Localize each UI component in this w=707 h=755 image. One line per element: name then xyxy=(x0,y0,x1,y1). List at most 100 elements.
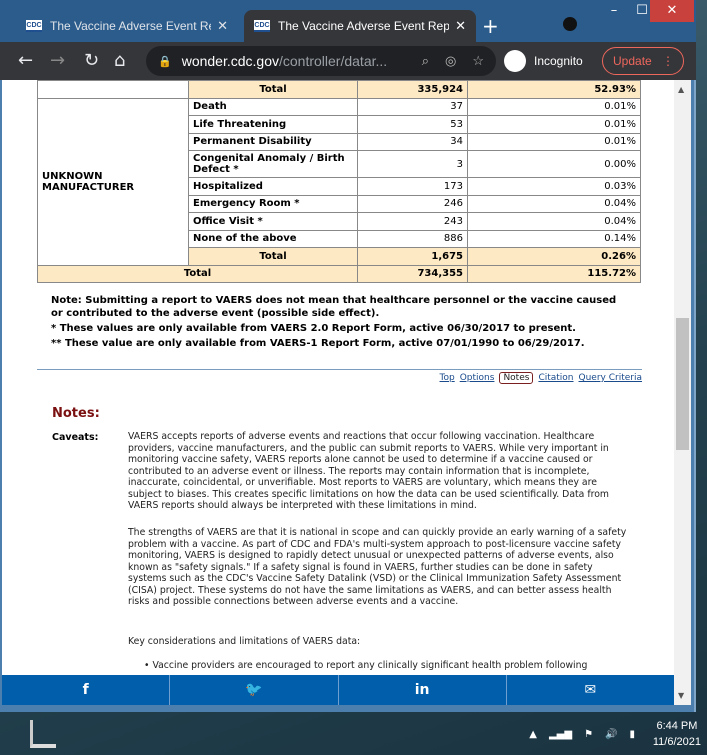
row-count: 734,355 xyxy=(357,264,468,283)
row-label: Life Threatening xyxy=(188,115,358,134)
divider xyxy=(37,369,642,370)
taskbar: ▲ ▂▄▆ ⚑ 🔊 ▮ 6:44 PM 11/6/2021 xyxy=(0,712,707,755)
scroll-down-icon[interactable]: ▼ xyxy=(678,691,684,700)
caveats-label: Caveats: xyxy=(52,432,99,443)
link-top[interactable]: Top xyxy=(440,373,455,383)
flag-icon[interactable]: ⚑ xyxy=(584,729,593,740)
row-label: Congenital Anomaly / Birth Defect * xyxy=(188,150,358,178)
row-count: 53 xyxy=(357,115,468,134)
group-label: UNKNOWN MANUFACTURER xyxy=(37,97,189,266)
row-percent: 0.01% xyxy=(467,115,641,134)
caveats-bullet: • Vaccine providers are encouraged to re… xyxy=(144,660,588,671)
show-hidden-icons-icon[interactable]: ▲ xyxy=(529,729,537,740)
row-percent: 0.00% xyxy=(467,150,641,178)
microscope-app-icon[interactable] xyxy=(30,720,56,748)
volume-icon[interactable]: 🔊 xyxy=(605,729,617,740)
link-notes[interactable]: Notes xyxy=(499,372,534,384)
row-label: Office Visit * xyxy=(188,212,358,231)
cdc-favicon-icon: CDC xyxy=(254,20,270,32)
update-button[interactable]: Update ⋮ xyxy=(602,47,684,75)
row-percent: 0.01% xyxy=(467,97,641,116)
row-percent: 0.03% xyxy=(467,177,641,196)
tab-active[interactable]: CDC The Vaccine Adverse Event Rep ✕ xyxy=(244,10,476,42)
table-footnotes: Note: Submitting a report to VAERS does … xyxy=(51,294,631,350)
footnote-double-asterisk: ** These value are only available from V… xyxy=(51,338,585,349)
facebook-icon[interactable]: f xyxy=(2,675,169,705)
section-links: Top Options Notes Citation Query Criteri… xyxy=(440,372,642,384)
row-percent: 52.93% xyxy=(467,80,641,99)
row-percent: 115.72% xyxy=(467,264,641,283)
row-count: 173 xyxy=(357,177,468,196)
scrollbar-thumb[interactable] xyxy=(676,318,689,450)
row-percent: 0.26% xyxy=(467,247,641,266)
new-tab-plus-icon[interactable]: + xyxy=(482,14,499,38)
incognito-icon xyxy=(504,50,526,72)
reload-icon[interactable]: ↻ xyxy=(84,50,99,71)
row-label: Total xyxy=(188,80,358,99)
row-count: 1,675 xyxy=(357,247,468,266)
table-row: UNKNOWN MANUFACTURER Death 37 0.01% xyxy=(37,97,641,266)
row-count: 34 xyxy=(357,132,468,151)
incognito-label: Incognito xyxy=(534,54,583,68)
clock[interactable]: 6:44 PM 11/6/2021 xyxy=(653,718,701,750)
bookmark-star-icon[interactable]: ☆ xyxy=(472,53,484,69)
battery-icon[interactable]: ▮ xyxy=(629,729,635,740)
zoom-icon[interactable]: ⌕ xyxy=(422,53,429,69)
back-arrow-icon[interactable]: ← xyxy=(18,50,33,71)
home-icon[interactable]: ⌂ xyxy=(114,50,125,71)
tab-title: The Vaccine Adverse Event Rep xyxy=(278,19,450,33)
caveats-paragraph-1: VAERS accepts reports of adverse events … xyxy=(128,431,609,511)
caveats-paragraph-2: The strengths of VAERS are that it is na… xyxy=(128,527,627,607)
lock-icon: 🔒 xyxy=(158,55,172,68)
tracking-eye-off-icon[interactable]: ◎ xyxy=(445,53,456,69)
row-percent: 0.01% xyxy=(467,132,641,151)
row-label: Hospitalized xyxy=(188,177,358,196)
row-label: Death xyxy=(188,97,358,116)
link-citation[interactable]: Citation xyxy=(538,373,573,383)
footnote-asterisk: * These values are only available from V… xyxy=(51,323,576,334)
scrollbar[interactable]: ▲ ▼ xyxy=(674,80,691,705)
row-count: 246 xyxy=(357,194,468,213)
link-options[interactable]: Options xyxy=(460,373,495,383)
close-tab-icon[interactable]: ✕ xyxy=(217,18,228,34)
tab-search-icon[interactable] xyxy=(563,17,577,31)
footnote-note: Note: Submitting a report to VAERS does … xyxy=(51,295,617,319)
address-bar[interactable]: 🔒 wonder.cdc.gov/controller/datar... ⌕ ◎ ☆ xyxy=(146,46,496,76)
notes-heading: Notes: xyxy=(52,406,100,421)
row-percent: 0.04% xyxy=(467,194,641,213)
linkedin-icon[interactable]: in xyxy=(337,675,506,705)
table-row-subtotal: Total 335,924 52.93% xyxy=(37,80,641,99)
url-path: /controller/datar... xyxy=(279,53,388,69)
tab-title: The Vaccine Adverse Event Rep xyxy=(50,19,212,33)
email-icon[interactable]: ✉ xyxy=(505,675,674,705)
system-tray: ▲ ▂▄▆ ⚑ 🔊 ▮ xyxy=(529,729,635,740)
page-content: Total 335,924 52.93% UNKNOWN MANUFACTURER De… xyxy=(2,80,674,675)
row-count: 3 xyxy=(357,150,468,178)
scroll-up-icon[interactable]: ▲ xyxy=(678,85,684,94)
tab-inactive[interactable]: CDC The Vaccine Adverse Event Rep ✕ xyxy=(16,10,238,42)
row-count: 335,924 xyxy=(357,80,468,99)
row-percent: 0.14% xyxy=(467,229,641,248)
row-count: 243 xyxy=(357,212,468,231)
close-tab-icon[interactable]: ✕ xyxy=(455,18,466,34)
forward-arrow-icon[interactable]: → xyxy=(50,50,65,71)
tab-strip: CDC The Vaccine Adverse Event Rep ✕ CDC The… xyxy=(0,0,696,42)
social-share-bar: f 🐦 in ✉ xyxy=(2,675,674,705)
row-label: Total xyxy=(37,264,358,283)
browser-toolbar: ← → ↻ ⌂ 🔒 wonder.cdc.gov/controller/datar… xyxy=(0,42,696,80)
row-count: 37 xyxy=(357,97,468,116)
link-query-criteria[interactable]: Query Criteria xyxy=(579,373,642,383)
table-row-grand-total: Total 734,355 115.72% xyxy=(37,264,641,283)
row-label: Permanent Disability xyxy=(188,132,358,151)
row-label: Total xyxy=(188,247,358,266)
signal-icon[interactable]: ▂▄▆ xyxy=(549,729,572,740)
results-table: Total 335,924 52.93% UNKNOWN MANUFACTURER De… xyxy=(37,80,641,283)
twitter-icon[interactable]: 🐦 xyxy=(169,675,337,705)
menu-kebab-icon[interactable]: ⋮ xyxy=(662,48,674,74)
cdc-favicon-icon: CDC xyxy=(26,20,42,32)
browser-window: CDC The Vaccine Adverse Event Rep ✕ CDC The… xyxy=(0,0,696,712)
row-count: 886 xyxy=(357,229,468,248)
close-window-icon[interactable]: ✕ xyxy=(650,0,694,22)
minimize-icon[interactable]: – xyxy=(600,0,628,22)
incognito-indicator[interactable]: Incognito xyxy=(504,47,583,75)
